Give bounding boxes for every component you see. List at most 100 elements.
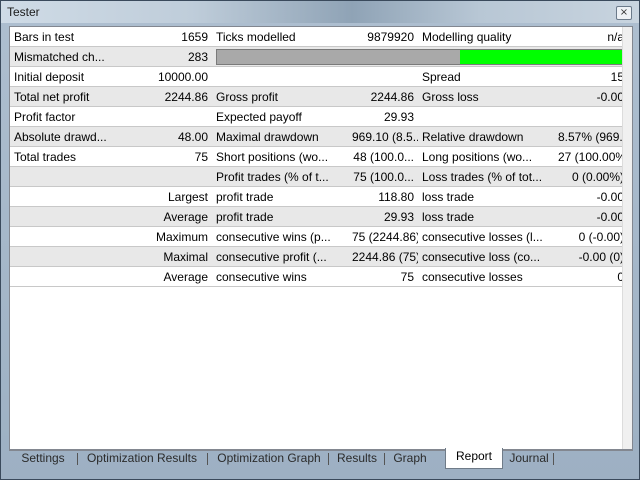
row-value [112,106,212,127]
row-label: consecutive losses (l... [418,226,554,247]
row-label: Total net profit [10,86,112,107]
row-value: 10000.00 [112,66,212,87]
row-value: 969.10 (8.5... [348,126,418,147]
modelling-quality-gray-segment [217,49,460,64]
row-value: 118.80 [348,186,418,207]
row-label: loss trade [418,186,554,207]
row-value: -0.00 (0) [554,246,628,267]
row-label: consecutive loss (co... [418,246,554,267]
row-value: 48 (100.0... [348,146,418,167]
row-label [10,206,112,227]
row-value: n/a [554,27,628,47]
row-value: 283 [112,46,212,67]
report-row: Average profit trade 29.93 loss trade -0.00 [10,206,628,227]
report-row: Maximum consecutive wins (p... 75 (2244.86… [10,226,628,247]
row-label: Maximal drawdown [212,126,348,147]
report-row: Bars in test 1659 Ticks modelled 9879920 Mod… [10,27,628,47]
row-label: Long positions (wo... [418,146,554,167]
row-label [10,266,112,287]
row-value: 1659 [112,27,212,47]
title-bar[interactable]: Tester × [1,1,639,23]
report-row: Profit trades (% of t... 75 (100.0... Loss… [10,166,628,187]
row-value: 75 [348,266,418,287]
report-table: Bars in test 1659 Ticks modelled 9879920 Mod… [10,27,628,287]
modelling-quality-bar-cell [212,46,628,67]
row-value: Average [112,206,212,227]
row-label: Relative drawdown [418,126,554,147]
row-label: Initial deposit [10,66,112,87]
row-value: -0.00 [554,206,628,227]
row-value [554,106,628,127]
row-label: profit trade [212,186,348,207]
row-label: Total trades [10,146,112,167]
row-label [10,186,112,207]
tab-separator [77,453,78,465]
tab-optimization-graph[interactable]: Optimization Graph [212,450,326,468]
report-row: Total net profit 2244.86 Gross profit 2244.… [10,86,628,107]
tab-bar: Settings Optimization Results Optimization… [9,448,633,470]
row-value: 75 (100.0... [348,166,418,187]
modelling-quality-bar [216,48,623,65]
tab-journal[interactable]: Journal [507,450,551,468]
row-value [348,66,418,87]
row-value: 8.57% (969.... [554,126,628,147]
row-label: profit trade [212,206,348,227]
tab-separator [207,453,208,465]
report-row: Maximal consecutive profit (... 2244.86 (7… [10,246,628,267]
row-value: -0.00 [554,86,628,107]
row-label: Mismatched ch... [10,46,112,67]
report-row: Largest profit trade 118.80 loss trade -0.00 [10,186,628,207]
tab-results[interactable]: Results [332,450,382,468]
tab-separator [328,453,329,465]
report-row: Absolute drawd... 48.00 Maximal drawdown 96… [10,126,628,147]
row-value: 29.93 [348,206,418,227]
row-label: consecutive losses [418,266,554,287]
report-row: Mismatched ch... 283 [10,46,628,67]
row-value: 0 [554,266,628,287]
row-label: Gross loss [418,86,554,107]
row-label: Loss trades (% of tot... [418,166,554,187]
row-value: 75 [112,146,212,167]
vertical-scrollbar[interactable] [622,27,632,450]
report-row: Average consecutive wins 75 consecutive los… [10,266,628,287]
row-label: Profit factor [10,106,112,127]
tester-window: Tester × Bars in test 1659 Ticks modelled 9… [0,0,640,480]
row-value: 15 [554,66,628,87]
row-label [10,226,112,247]
tab-separator [384,453,385,465]
row-value: 29.93 [348,106,418,127]
row-label: Ticks modelled [212,27,348,47]
row-label: consecutive profit (... [212,246,348,267]
row-label [212,66,348,87]
window-title: Tester [7,5,40,19]
row-value: 75 (2244.86) [348,226,418,247]
row-label: Expected payoff [212,106,348,127]
row-value [112,166,212,187]
row-label [418,106,554,127]
row-value: 2244.86 [348,86,418,107]
row-value: Average [112,266,212,287]
row-label: consecutive wins [212,266,348,287]
tab-settings[interactable]: Settings [11,450,75,468]
tab-report[interactable]: Report [445,448,503,469]
tab-separator [553,453,554,465]
row-label: loss trade [418,206,554,227]
row-label: Modelling quality [418,27,554,47]
close-icon: × [619,7,629,18]
row-value: Maximal [112,246,212,267]
row-value: 9879920 [348,27,418,47]
row-value: 0 (0.00%) [554,166,628,187]
row-label: consecutive wins (p... [212,226,348,247]
report-row: Profit factor Expected payoff 29.93 [10,106,628,127]
row-label [10,166,112,187]
tab-graph[interactable]: Graph [388,450,432,468]
close-button[interactable]: × [616,6,632,20]
row-value: 2244.86 [112,86,212,107]
row-label: Gross profit [212,86,348,107]
row-label: Absolute drawd... [10,126,112,147]
report-panel: Bars in test 1659 Ticks modelled 9879920 Mod… [9,26,633,451]
row-label: Profit trades (% of t... [212,166,348,187]
tab-optimization-results[interactable]: Optimization Results [79,450,205,468]
report-row: Initial deposit 10000.00 Spread 15 [10,66,628,87]
report-row: Total trades 75 Short positions (wo... 48 (… [10,146,628,167]
